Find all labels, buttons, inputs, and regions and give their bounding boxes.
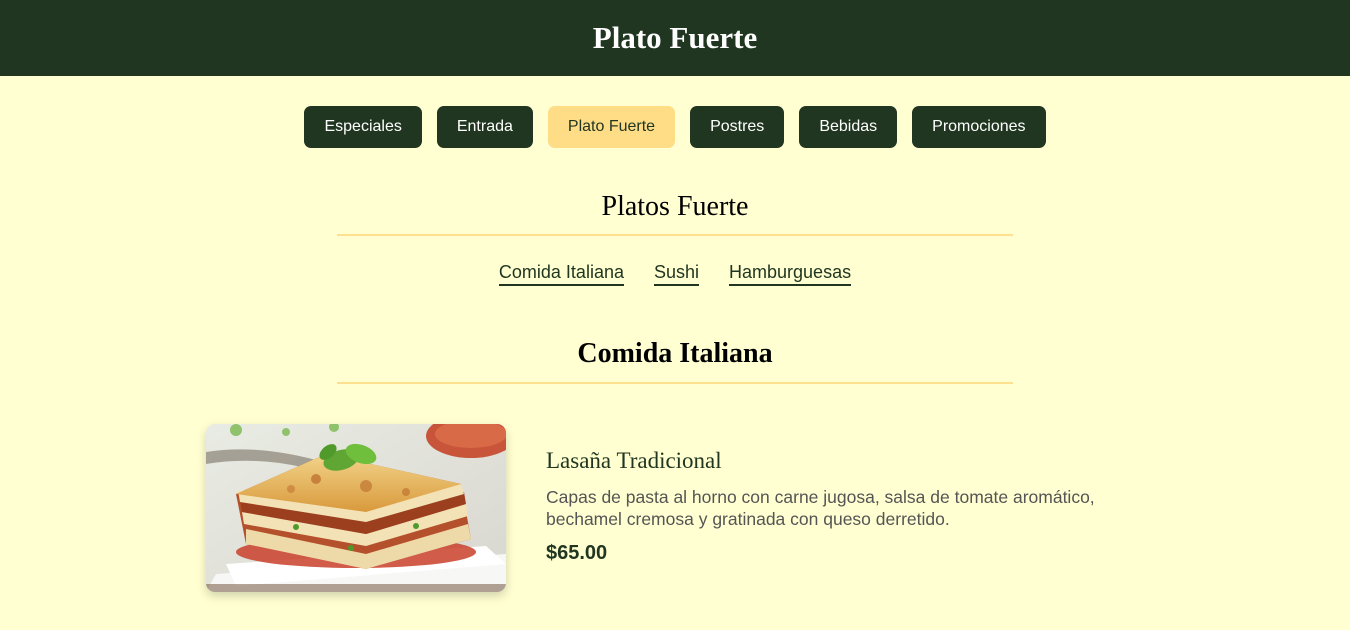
category-tabs: Especiales Entrada Plato Fuerte Postres …	[0, 106, 1350, 148]
subnav-link-comida-italiana[interactable]: Comida Italiana	[498, 261, 624, 286]
dish-description: Capas de pasta al horno con carne jugosa…	[546, 487, 1095, 529]
page-title: Plato Fuerte	[592, 20, 758, 55]
section-title: Platos Fuerte	[601, 191, 749, 222]
tab-especiales[interactable]: Especiales	[304, 106, 422, 148]
tab-postres[interactable]: Postres	[690, 106, 785, 148]
tab-promociones[interactable]: Promociones	[912, 106, 1046, 148]
category-divider	[337, 382, 1013, 384]
dish-info: Lasaña Tradicional Capas de pasta al hor…	[546, 448, 1116, 592]
dish-image	[206, 424, 506, 592]
tab-entrada[interactable]: Entrada	[436, 106, 533, 148]
section-divider	[337, 234, 1013, 236]
dish-name: Lasaña Tradicional	[546, 448, 722, 473]
dish-card: Lasaña Tradicional Capas de pasta al hor…	[206, 424, 1350, 592]
top-header: Plato Fuerte	[0, 0, 1350, 76]
subnav-link-sushi[interactable]: Sushi	[653, 261, 700, 286]
dish-price: $65.00	[546, 542, 608, 564]
subcategory-nav: Comida Italiana Sushi Hamburguesas	[0, 261, 1350, 286]
subnav-link-hamburguesas[interactable]: Hamburguesas	[729, 261, 852, 286]
tab-plato-fuerte[interactable]: Plato Fuerte	[547, 106, 676, 148]
category-title: Comida Italiana	[577, 338, 773, 369]
tab-bebidas[interactable]: Bebidas	[799, 106, 898, 148]
